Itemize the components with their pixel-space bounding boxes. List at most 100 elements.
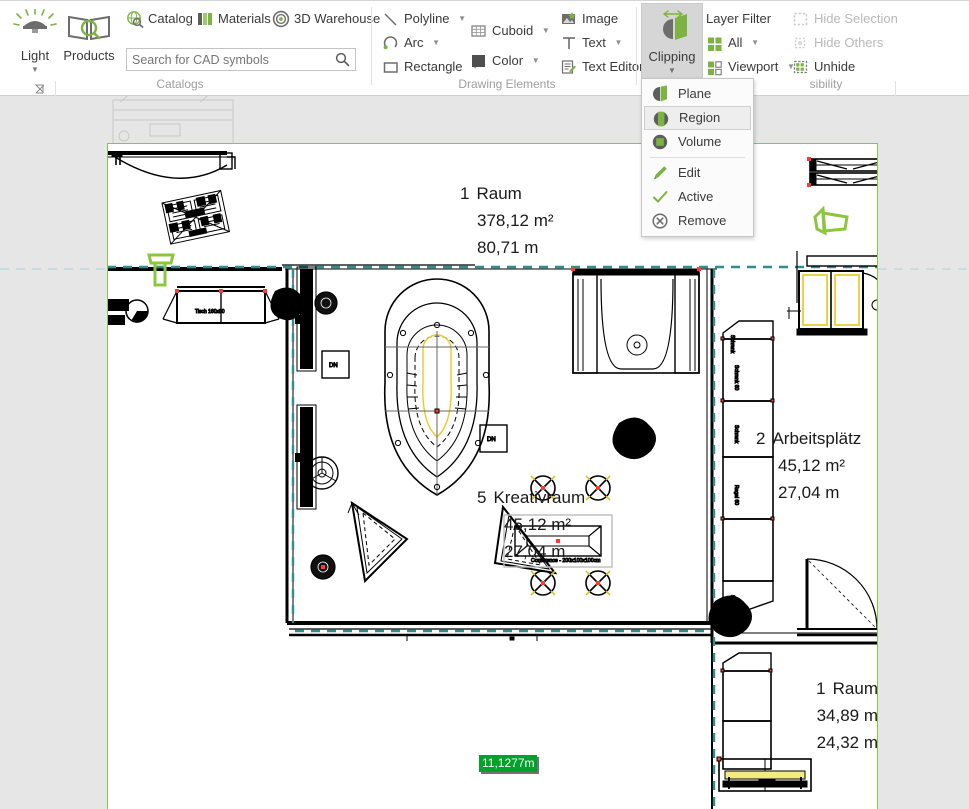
warehouse-button-label: 3D Warehouse [294,11,381,26]
ribbon-group-label-catalogs: Catalogs [156,77,204,91]
arc-dropdown-caret[interactable]: ▼ [432,38,440,47]
svg-text:Schrank 60: Schrank 60 [733,365,739,391]
menu-item-volume-label: Volume [678,134,722,149]
rectangle-button-label: Rectangle [404,59,463,74]
cuboid-dropdown-caret[interactable]: ▼ [542,26,550,35]
group-divider-1 [55,81,56,97]
cuboid-button[interactable]: Cuboid ▼ [470,20,550,42]
clipping-plane-icon [642,9,702,43]
all-layers-label: All [728,35,743,50]
room-2-area: 45,12 m² [778,456,846,475]
color-button-label: Color [492,53,524,68]
cad-plant-right [612,417,657,460]
clipping-dropdown-menu: Plane Region Volume Edit Active Remove [641,78,754,237]
cuboid-button-label: Cuboid [492,23,534,38]
layer-filter-text: Layer Filter [706,11,772,26]
cad-drawing-canvas[interactable]: Tisch 160x80 DN DN Conference - 200x100x… [0,96,969,809]
catalog-button[interactable]: Catalog [126,8,193,30]
menu-item-active[interactable]: Active [644,185,751,209]
clipping-region-viewport[interactable]: Tisch 160x80 DN DN Conference - 200x100x… [107,143,878,809]
text-dropdown-caret[interactable]: ▼ [614,38,622,47]
hide-selection-label: Hide Selection [814,11,898,26]
products-button[interactable]: Products [58,3,120,77]
color-dropdown-caret[interactable]: ▼ [532,56,540,65]
warehouse-target-icon [272,10,290,28]
polyline-button[interactable]: Polyline ▼ [382,8,466,30]
ribbon-toolbar: Light ▼ Products Catalog Materials 3D Wa… [0,0,969,97]
all-layers-icon [706,34,724,52]
unhide-icon [792,58,810,76]
room-label-1: 1 Raum 378,12 m² 80,71 m [460,180,554,261]
group-divider-2 [371,7,372,85]
menu-item-plane[interactable]: Plane [644,82,751,106]
room-label-2: 2 Arbeitsplätz 45,12 m² 27,04 m [756,425,861,506]
light-dropdown-caret[interactable]: ▼ [4,66,66,74]
room-4-number: 1 [816,679,826,698]
ribbon-group-visibility: Layer Filter All ▼ Viewport ▼ Hide Selec… [706,3,969,91]
clipping-button[interactable]: Clipping ▼ [641,3,703,79]
room-1-number: 1 [460,184,470,203]
materials-button[interactable]: Materials [196,8,271,30]
search-box[interactable] [126,48,356,71]
hide-others-icon [792,34,810,52]
cad-glass-partition [572,268,700,374]
room-1-area: 378,12 m² [477,211,554,230]
cad-plant-lower-right [708,595,753,638]
hide-selection-button: Hide Selection [792,8,898,30]
room-2-name: Arbeitsplätz [772,429,862,448]
cad-door-arc [805,558,877,630]
catalogs-dialog-launcher[interactable] [34,83,48,97]
search-input[interactable] [127,49,325,70]
measurement-tooltip: 11,1277m [479,755,538,772]
arc-button[interactable]: Arc ▼ [382,32,440,54]
menu-item-active-label: Active [678,189,714,204]
arc-icon [382,34,400,52]
all-layers-button[interactable]: All ▼ [706,32,759,54]
text-editor-icon [560,58,578,76]
checkmark-icon [651,188,669,206]
image-button[interactable]: Image [560,8,618,30]
menu-item-region[interactable]: Region [644,106,751,130]
group-divider-4 [895,81,896,97]
clipping-plane-icon [651,85,669,103]
menu-item-volume[interactable]: Volume [644,130,751,154]
room-5-area: 45,12 m² [504,515,572,534]
cad-light-symbol-right [813,205,849,236]
room-2-perimeter: 27,04 m [778,483,840,502]
arc-button-label: Arc [404,35,424,50]
cuboid-grid-icon [470,22,488,40]
room-1-perimeter: 80,71 m [477,238,539,257]
image-button-label: Image [582,11,619,26]
menu-item-remove[interactable]: Remove [644,209,751,233]
light-button[interactable]: Light ▼ [4,3,66,77]
search-icon[interactable] [335,52,350,67]
cad-chair-bl [530,570,556,596]
catalog-button-label: Catalog [148,11,193,26]
cad-radiator-lower [295,404,317,510]
color-button[interactable]: Color ▼ [470,50,540,72]
hide-others-button: Hide Others [792,32,883,54]
warehouse-button[interactable]: 3D Warehouse [272,8,380,30]
svg-text:DN: DN [487,437,496,443]
menu-separator [650,157,745,158]
rectangle-icon [382,58,400,76]
color-swatch-icon [470,52,488,70]
cad-wall-box-1: DN [321,350,350,379]
polyline-dropdown-caret[interactable]: ▼ [458,14,466,23]
menu-item-edit-label: Edit [678,165,701,180]
light-bulb-rays-icon [4,8,66,43]
room-5-number: 5 [477,488,487,507]
cad-chair-tr [585,475,611,501]
room-5-perimeter: 27,04 m [504,542,566,561]
hide-others-label: Hide Others [814,35,884,50]
cad-ceiling-speaker-1 [314,291,338,315]
all-dropdown-caret[interactable]: ▼ [751,38,759,47]
clipping-dropdown-caret[interactable]: ▼ [642,67,702,75]
cad-window-top-right [809,158,877,186]
svg-text:Tisch 160x80: Tisch 160x80 [195,309,225,315]
text-button[interactable]: Text ▼ [560,32,622,54]
menu-item-edit[interactable]: Edit [644,161,751,185]
cad-wall-box-2: DN [479,424,508,453]
cad-radiator-upper [295,266,317,372]
room-4-name: Raum [832,679,878,698]
